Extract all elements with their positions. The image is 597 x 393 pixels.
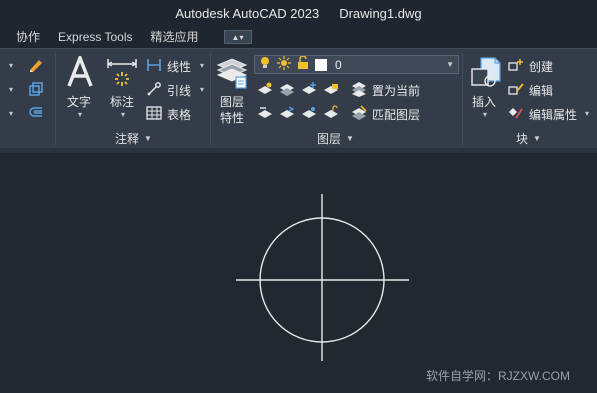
text-icon[interactable] (64, 55, 96, 89)
chevron-down-icon: ▼ (446, 60, 454, 69)
layer-isolate-icon[interactable] (278, 80, 296, 98)
leader-label[interactable]: 引线 (167, 82, 191, 99)
triangle-down-icon: ▲▾ (231, 32, 244, 42)
left-tool-1-dropdown[interactable]: ▾ (6, 59, 16, 71)
dimension-tool-label[interactable]: 标注 (110, 93, 134, 110)
edit-attributes-dropdown[interactable]: ▾ (582, 107, 592, 119)
left-tool-2-dropdown[interactable]: ▾ (6, 83, 16, 95)
layer-off-icon[interactable] (256, 80, 274, 98)
tab-express-tools[interactable]: Express Tools (49, 26, 141, 48)
text-tool-dropdown[interactable]: ▾ (75, 109, 85, 119)
layer-lock-icon[interactable] (322, 80, 340, 98)
leader-icon[interactable] (145, 81, 163, 97)
layer-freeze-icon[interactable] (300, 80, 318, 98)
set-current-label[interactable]: 置为当前 (372, 82, 420, 99)
text-tool-label[interactable]: 文字 (67, 93, 91, 110)
ribbon-tab-row: 协作 Express Tools 精选应用 ▲▾ (0, 26, 597, 48)
edit-attributes-icon[interactable] (507, 105, 525, 121)
create-label[interactable]: 创建 (529, 58, 553, 75)
edit-label[interactable]: 编辑 (529, 82, 553, 99)
unlock-icon (297, 55, 309, 73)
match-layer-icon[interactable] (350, 104, 368, 122)
layers-panel-title-text: 图层 (317, 131, 342, 146)
linear-label[interactable]: 线性 (167, 58, 191, 75)
dimension-tool-dropdown[interactable]: ▾ (118, 109, 128, 119)
layer-dropdown[interactable]: 0 ▼ (254, 55, 459, 74)
insert-dropdown[interactable]: ▾ (480, 109, 490, 119)
match-layer-label[interactable]: 匹配图层 (372, 106, 420, 123)
layer-properties-label-1[interactable]: 图层 (220, 93, 244, 110)
panel-separator (210, 53, 211, 145)
drawing-canvas[interactable] (0, 153, 597, 393)
chevron-down-icon: ▼ (144, 133, 152, 143)
document-title: Drawing1.dwg (339, 5, 422, 21)
layer-previous-icon[interactable] (278, 104, 296, 122)
block-panel-title-text: 块 (516, 131, 529, 146)
chevron-down-icon: ▼ (346, 133, 354, 143)
eraser-icon[interactable] (26, 55, 46, 75)
tab-overflow-dropdown[interactable]: ▲▾ (223, 30, 252, 44)
insert-block-icon[interactable] (468, 54, 504, 90)
title-bar: Autodesk AutoCAD 2023 Drawing1.dwg (0, 0, 597, 26)
insert-label[interactable]: 插入 (472, 93, 496, 110)
layer-unlock-icon[interactable] (322, 104, 340, 122)
layer-match-props-icon[interactable] (256, 104, 274, 122)
app-title: Autodesk AutoCAD 2023 (175, 5, 320, 21)
watermark: 软件自学网：RJZXW.COM (426, 369, 570, 383)
current-layer-name: 0 (335, 57, 342, 72)
tab-collaborate[interactable]: 协作 (0, 26, 49, 48)
ribbon: ▾ ▾ ▾ 文字 ▾ 标注 ▾ 线性 ▾ 引线 ▾ 表格 注释 ▼ 图层 特性 … (0, 48, 597, 148)
dimension-icon[interactable] (105, 55, 139, 89)
chevron-down-icon: ▼ (533, 133, 541, 143)
offset-icon[interactable] (26, 103, 46, 123)
layer-thaw-icon[interactable] (300, 104, 318, 122)
create-block-icon[interactable] (507, 57, 525, 73)
copy-icon[interactable] (26, 79, 46, 99)
table-label[interactable]: 表格 (167, 106, 191, 123)
sun-icon (277, 56, 291, 73)
annotation-panel-title-text: 注释 (115, 131, 140, 146)
set-current-icon[interactable] (350, 80, 368, 98)
linear-dimension-icon[interactable] (145, 57, 163, 73)
drawing-area (236, 194, 409, 361)
edit-attributes-label[interactable]: 编辑属性 (529, 106, 577, 123)
table-icon[interactable] (145, 105, 163, 121)
leader-dropdown[interactable]: ▾ (197, 83, 207, 95)
annotation-panel-title[interactable]: 注释 ▼ (115, 129, 152, 147)
layers-panel-title[interactable]: 图层 ▼ (317, 129, 354, 147)
tab-featured-apps[interactable]: 精选应用 (142, 26, 208, 48)
lightbulb-icon (259, 56, 271, 73)
layer-properties-label-2[interactable]: 特性 (220, 109, 244, 126)
block-panel-title[interactable]: 块 ▼ (516, 129, 541, 147)
linear-dropdown[interactable]: ▾ (197, 59, 207, 71)
panel-separator (55, 53, 56, 145)
left-tool-3-dropdown[interactable]: ▾ (6, 107, 16, 119)
layer-properties-icon[interactable] (214, 54, 250, 90)
edit-block-icon[interactable] (507, 81, 525, 97)
layer-color-swatch (315, 58, 327, 71)
panel-separator (462, 53, 463, 145)
